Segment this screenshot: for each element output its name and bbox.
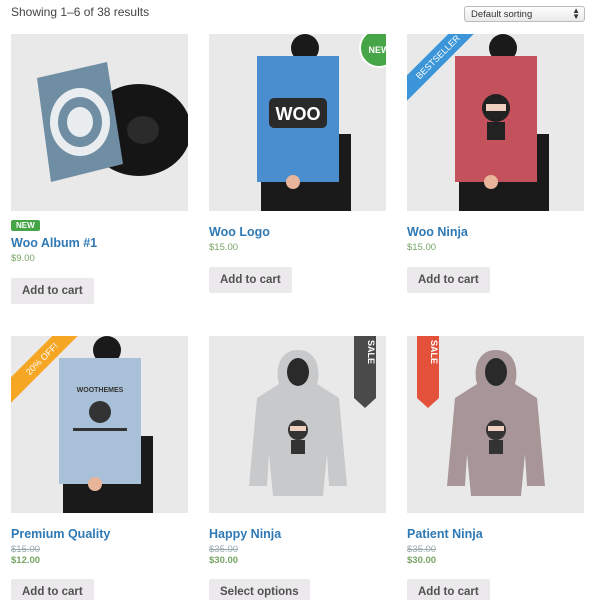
product-price: $35.00 $30.00 xyxy=(407,544,436,566)
product-title[interactable]: Woo Ninja xyxy=(407,225,468,239)
sale-ribbon: SALE xyxy=(354,336,376,408)
product-image[interactable]: SALE xyxy=(407,336,584,513)
woo-logo-text: WOO xyxy=(276,104,321,124)
product-title[interactable]: Woo Album #1 xyxy=(11,236,97,250)
product-price: $15.00 xyxy=(407,242,437,253)
new-label: NEW xyxy=(11,220,40,231)
product-price: $9.00 xyxy=(11,253,35,264)
product-title[interactable]: Patient Ninja xyxy=(407,527,483,541)
product-image[interactable] xyxy=(11,34,188,211)
add-to-cart-button[interactable]: Add to cart xyxy=(209,267,292,293)
product-price: $15.00 $12.00 xyxy=(11,544,40,566)
select-arrows-icon: ▲ ▼ xyxy=(572,6,580,21)
sale-price: $30.00 xyxy=(407,555,437,566)
add-to-cart-button[interactable]: Add to cart xyxy=(11,278,94,304)
sort-select[interactable]: Default sorting ▲ ▼ xyxy=(464,6,585,22)
add-to-cart-button[interactable]: Add to cart xyxy=(407,579,490,600)
product-image[interactable]: WOO NEW xyxy=(209,34,386,211)
product-title[interactable]: Woo Logo xyxy=(209,225,270,239)
product-price: $15.00 xyxy=(209,242,239,253)
product-image[interactable]: SALE xyxy=(209,336,386,513)
old-price: $35.00 xyxy=(407,544,437,555)
add-to-cart-button[interactable]: Add to cart xyxy=(11,579,94,600)
select-options-button[interactable]: Select options xyxy=(209,579,310,600)
result-count: Showing 1–6 of 38 results xyxy=(11,5,150,19)
product-price: $35.00 $30.00 xyxy=(209,544,238,566)
woothemes-poster-text: WOOTHEMES xyxy=(77,387,124,394)
product-title[interactable]: Happy Ninja xyxy=(209,527,281,541)
sale-ribbon: SALE xyxy=(417,336,439,408)
old-price: $35.00 xyxy=(209,544,239,555)
product-image[interactable]: WOOTHEMES 20% OFF! xyxy=(11,336,188,513)
product-title[interactable]: Premium Quality xyxy=(11,527,110,541)
product-image[interactable]: BESTSELLER xyxy=(407,34,584,211)
sale-price: $30.00 xyxy=(209,555,239,566)
add-to-cart-button[interactable]: Add to cart xyxy=(407,267,490,293)
old-price: $15.00 xyxy=(11,544,41,555)
sort-selected-label: Default sorting xyxy=(471,9,533,20)
sale-price: $12.00 xyxy=(11,555,41,566)
